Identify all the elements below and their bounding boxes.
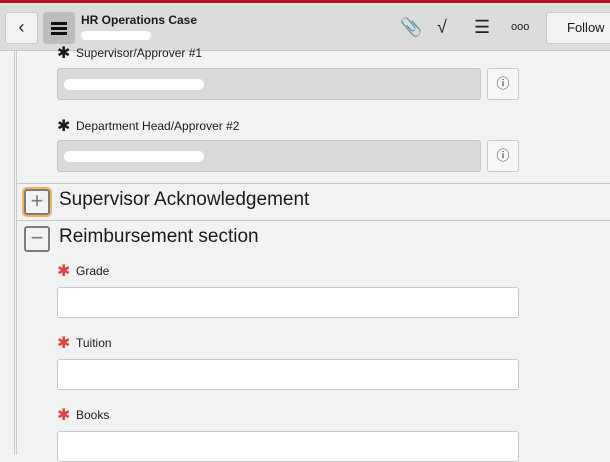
record-number-redacted: [81, 31, 151, 40]
dept-head-label: ✱ Department Head/Approver #2: [57, 117, 240, 135]
grade-input[interactable]: [57, 287, 519, 318]
required-star-icon: ✱: [57, 44, 71, 62]
grade-label: ✱ Grade: [57, 262, 110, 280]
required-star-icon: ✱: [57, 406, 71, 424]
required-star-icon: ✱: [57, 262, 71, 280]
page-title: HR Operations Case: [81, 13, 198, 27]
context-menu-button[interactable]: [43, 12, 75, 44]
tuition-label: ✱ Tuition: [57, 334, 112, 352]
expand-plus-icon[interactable]: +: [24, 189, 50, 215]
back-button[interactable]: ‹: [5, 12, 38, 44]
dept-head-info-button[interactable]: ⓘ: [487, 140, 519, 172]
section-title: Reimbursement section: [59, 226, 259, 247]
supervisor-info-button[interactable]: ⓘ: [487, 68, 519, 100]
info-icon: ⓘ: [496, 148, 510, 163]
supervisor-label: ✱ Supervisor/Approver #1: [57, 44, 203, 62]
required-star-icon: ✱: [57, 117, 71, 135]
required-star-icon: ✱: [57, 334, 71, 352]
info-icon: ⓘ: [496, 76, 510, 91]
dept-head-field[interactable]: [57, 140, 481, 172]
form-header: ‹ HR Operations Case 📎 √ ☰ ooo Follow: [0, 3, 610, 51]
form-left-rule: [14, 51, 17, 455]
collapse-minus-icon[interactable]: −: [24, 226, 50, 252]
sliders-icon[interactable]: ☰: [474, 17, 490, 38]
supervisor-field[interactable]: [57, 68, 481, 100]
books-label: ✱ Books: [57, 406, 110, 424]
divider: [17, 183, 610, 184]
follow-button[interactable]: Follow: [546, 12, 610, 44]
divider: [17, 220, 610, 221]
books-input[interactable]: [57, 431, 519, 462]
tuition-input[interactable]: [57, 359, 519, 390]
paperclip-icon[interactable]: 📎: [400, 17, 422, 38]
more-icon[interactable]: ooo: [511, 21, 529, 33]
chevron-left-icon: ‹: [18, 17, 25, 37]
activity-icon[interactable]: √: [437, 17, 447, 38]
section-title: Supervisor Acknowledgement: [59, 189, 310, 210]
